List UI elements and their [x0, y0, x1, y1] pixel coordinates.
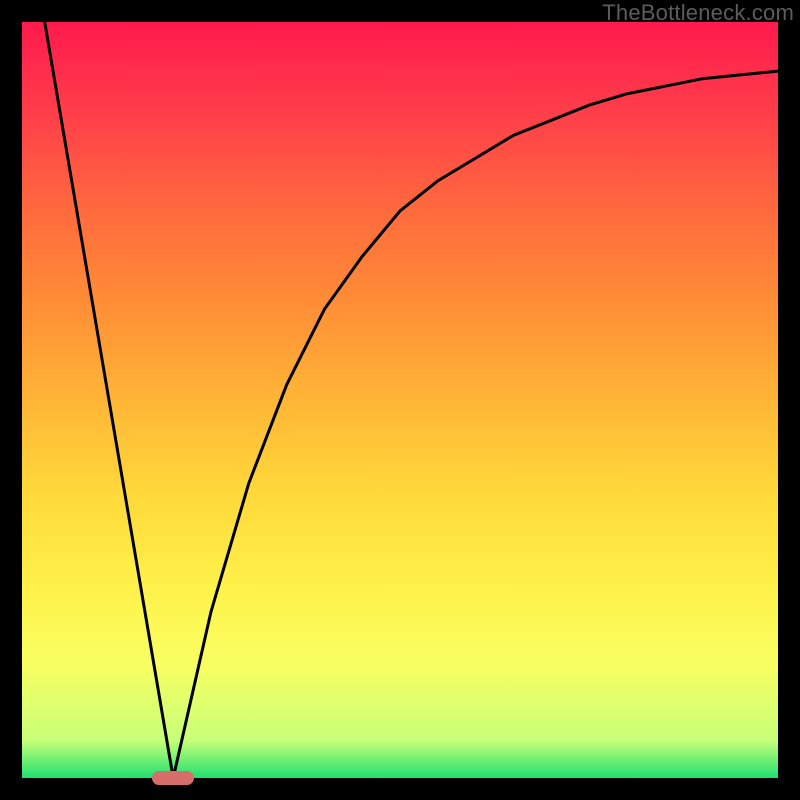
- left-bottleneck-line: [45, 22, 174, 778]
- curve-layer: [22, 22, 778, 778]
- plot-area: [22, 22, 778, 778]
- optimal-point-marker: [152, 771, 194, 785]
- right-bottleneck-curve: [173, 71, 778, 778]
